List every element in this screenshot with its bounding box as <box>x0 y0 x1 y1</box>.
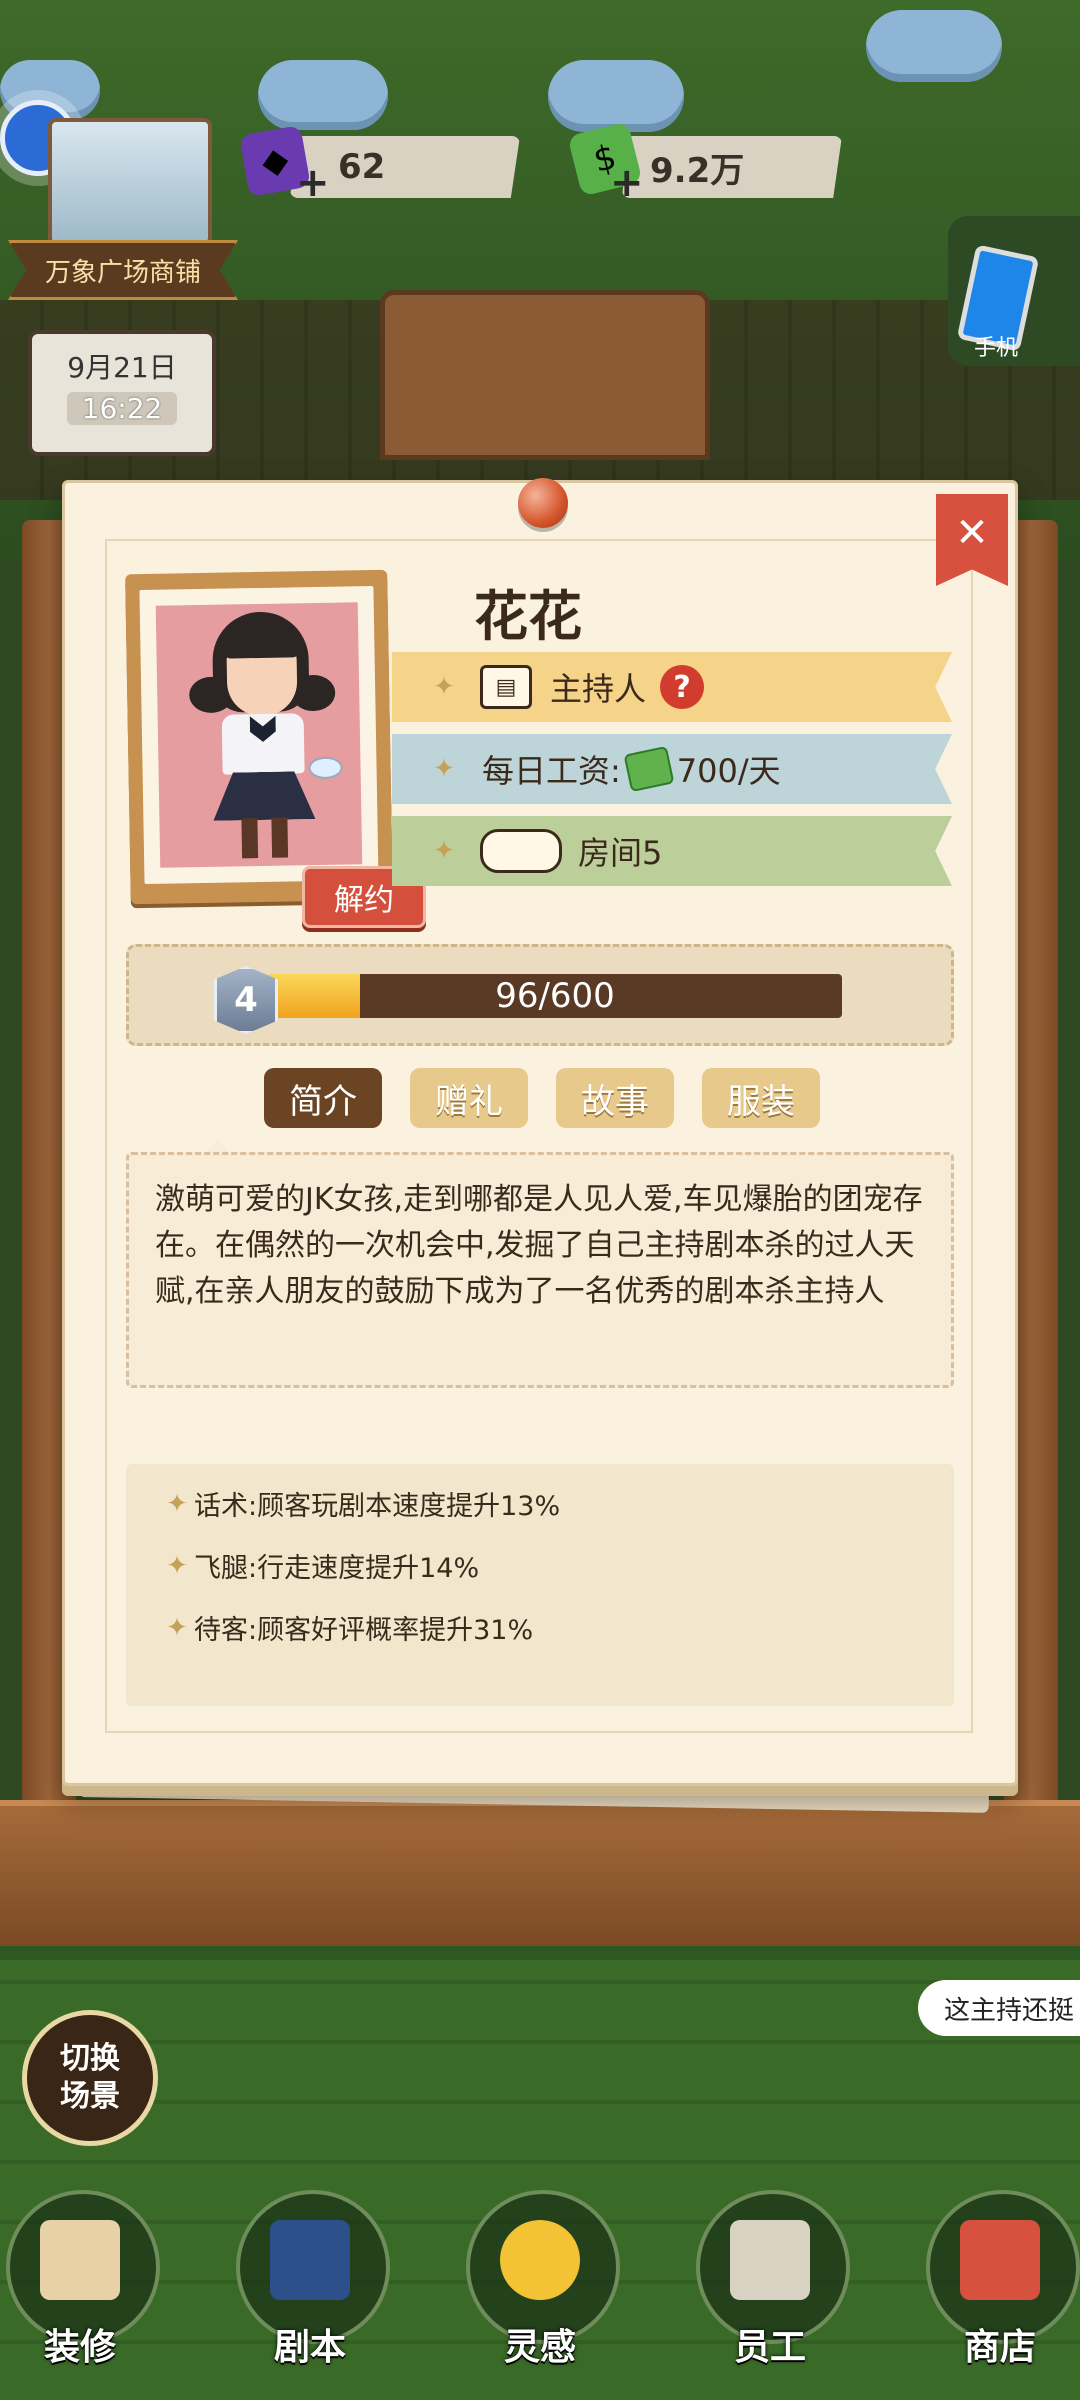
tab-outfit[interactable]: 服装 <box>702 1068 820 1128</box>
nav-label: 灵感 <box>503 2327 576 2368</box>
house-icon <box>40 2220 120 2300</box>
switch-scene-button[interactable]: 切换 场景 <box>22 2010 158 2146</box>
shop-sign[interactable]: 万象广场商铺 <box>8 240 238 300</box>
room-label: 房间5 <box>578 834 663 872</box>
nav-label: 商店 <box>963 2327 1036 2368</box>
shop-icon <box>960 2220 1040 2300</box>
role-label: 主持人 <box>550 670 647 708</box>
cloud-decoration <box>548 60 684 132</box>
portrait-hair <box>222 623 301 659</box>
level-badge: 4 <box>214 966 278 1034</box>
intro-text: 激萌可爱的JK女孩,走到哪都是人见人爱,车见爆胎的团宠存在。在偶然的一次机会中,… <box>126 1152 954 1388</box>
shop-building-icon[interactable] <box>48 118 212 246</box>
money-icon <box>623 745 675 793</box>
nav-shop[interactable]: 商店 <box>920 2190 1080 2400</box>
cash-counter[interactable]: 9.2万 <box>622 136 842 198</box>
calendar-widget: 9月21日 16:22 <box>28 330 216 456</box>
character-name: 花花 <box>474 584 582 648</box>
cloud-decoration <box>866 10 1002 82</box>
calendar-time: 16:22 <box>67 392 177 425</box>
staff-card-icon <box>730 2220 810 2300</box>
tab-story[interactable]: 故事 <box>556 1068 674 1128</box>
nav-label: 装修 <box>43 2327 116 2368</box>
phone-label: 手机 <box>974 336 1019 361</box>
skill-text: 话术:顾客玩剧本速度提升13% <box>194 1491 561 1522</box>
pin-icon <box>518 478 568 528</box>
nav-label: 剧本 <box>273 2327 346 2368</box>
skill-item: ✦ 待客:顾客好评概率提升31% <box>160 1608 533 1647</box>
skill-item: ✦ 飞腿:行走速度提升14% <box>160 1546 479 1585</box>
xp-progress-bar: 96/600 <box>268 974 842 1018</box>
cash-count: 9.2万 <box>650 150 745 191</box>
background-shelf <box>380 290 710 460</box>
tab-gift[interactable]: 赠礼 <box>410 1068 528 1128</box>
book-icon <box>270 2220 350 2300</box>
sparkle-icon: ✦ <box>433 754 455 784</box>
portrait-leg <box>241 818 259 859</box>
character-portrait <box>139 585 379 885</box>
nav-scripts[interactable]: 剧本 <box>230 2190 390 2400</box>
skills-panel: ✦ 话术:顾客玩剧本速度提升13% ✦ 飞腿:行走速度提升14% ✦ 待客:顾客… <box>126 1464 954 1706</box>
add-gems-icon[interactable]: + <box>296 160 330 206</box>
room-row: ✦ 房间5 <box>392 816 952 886</box>
card-tabs: 简介 赠礼 故事 服装 <box>264 1068 820 1128</box>
sofa-icon <box>480 829 562 873</box>
sparkle-icon: ✦ <box>166 1488 188 1519</box>
switch-scene-label: 切换 场景 <box>60 2041 120 2114</box>
nav-inspiration[interactable]: 灵感 <box>460 2190 620 2400</box>
xp-text: 96/600 <box>495 976 615 1016</box>
salary-label: 每日工资: <box>482 752 621 790</box>
nav-decorate[interactable]: 装修 <box>0 2190 160 2400</box>
portrait-shirt <box>221 713 305 775</box>
board-base <box>0 1800 1080 1946</box>
nav-staff[interactable]: 员工 <box>690 2190 850 2400</box>
portrait-leg <box>271 817 289 858</box>
tab-intro[interactable]: 简介 <box>264 1068 382 1128</box>
skill-text: 飞腿:行走速度提升14% <box>194 1553 480 1584</box>
sparkle-icon: ✦ <box>433 672 455 702</box>
character-portrait-frame <box>125 569 393 905</box>
id-card-icon: ▤ <box>480 665 532 709</box>
add-cash-icon[interactable]: + <box>610 160 644 206</box>
salary-value: 700/天 <box>676 752 781 790</box>
salary-row: ✦ 每日工资: 700/天 <box>392 734 952 804</box>
sparkle-icon: ✦ <box>433 836 455 866</box>
cloud-decoration <box>258 60 388 130</box>
nav-label: 员工 <box>733 2327 806 2368</box>
gem-count: 62 <box>338 147 386 187</box>
speech-bubble: 这主持还挺 <box>918 1980 1080 2036</box>
role-row: ✦ ▤ 主持人 ? <box>392 652 952 722</box>
sparkle-icon: ✦ <box>166 1612 188 1643</box>
skill-text: 待客:顾客好评概率提升31% <box>194 1615 534 1646</box>
bulb-icon <box>500 2220 580 2300</box>
help-icon[interactable]: ? <box>660 665 705 709</box>
skill-item: ✦ 话术:顾客玩剧本速度提升13% <box>160 1484 560 1523</box>
calendar-date: 9月21日 <box>67 351 177 384</box>
sparkle-icon: ✦ <box>166 1550 188 1581</box>
